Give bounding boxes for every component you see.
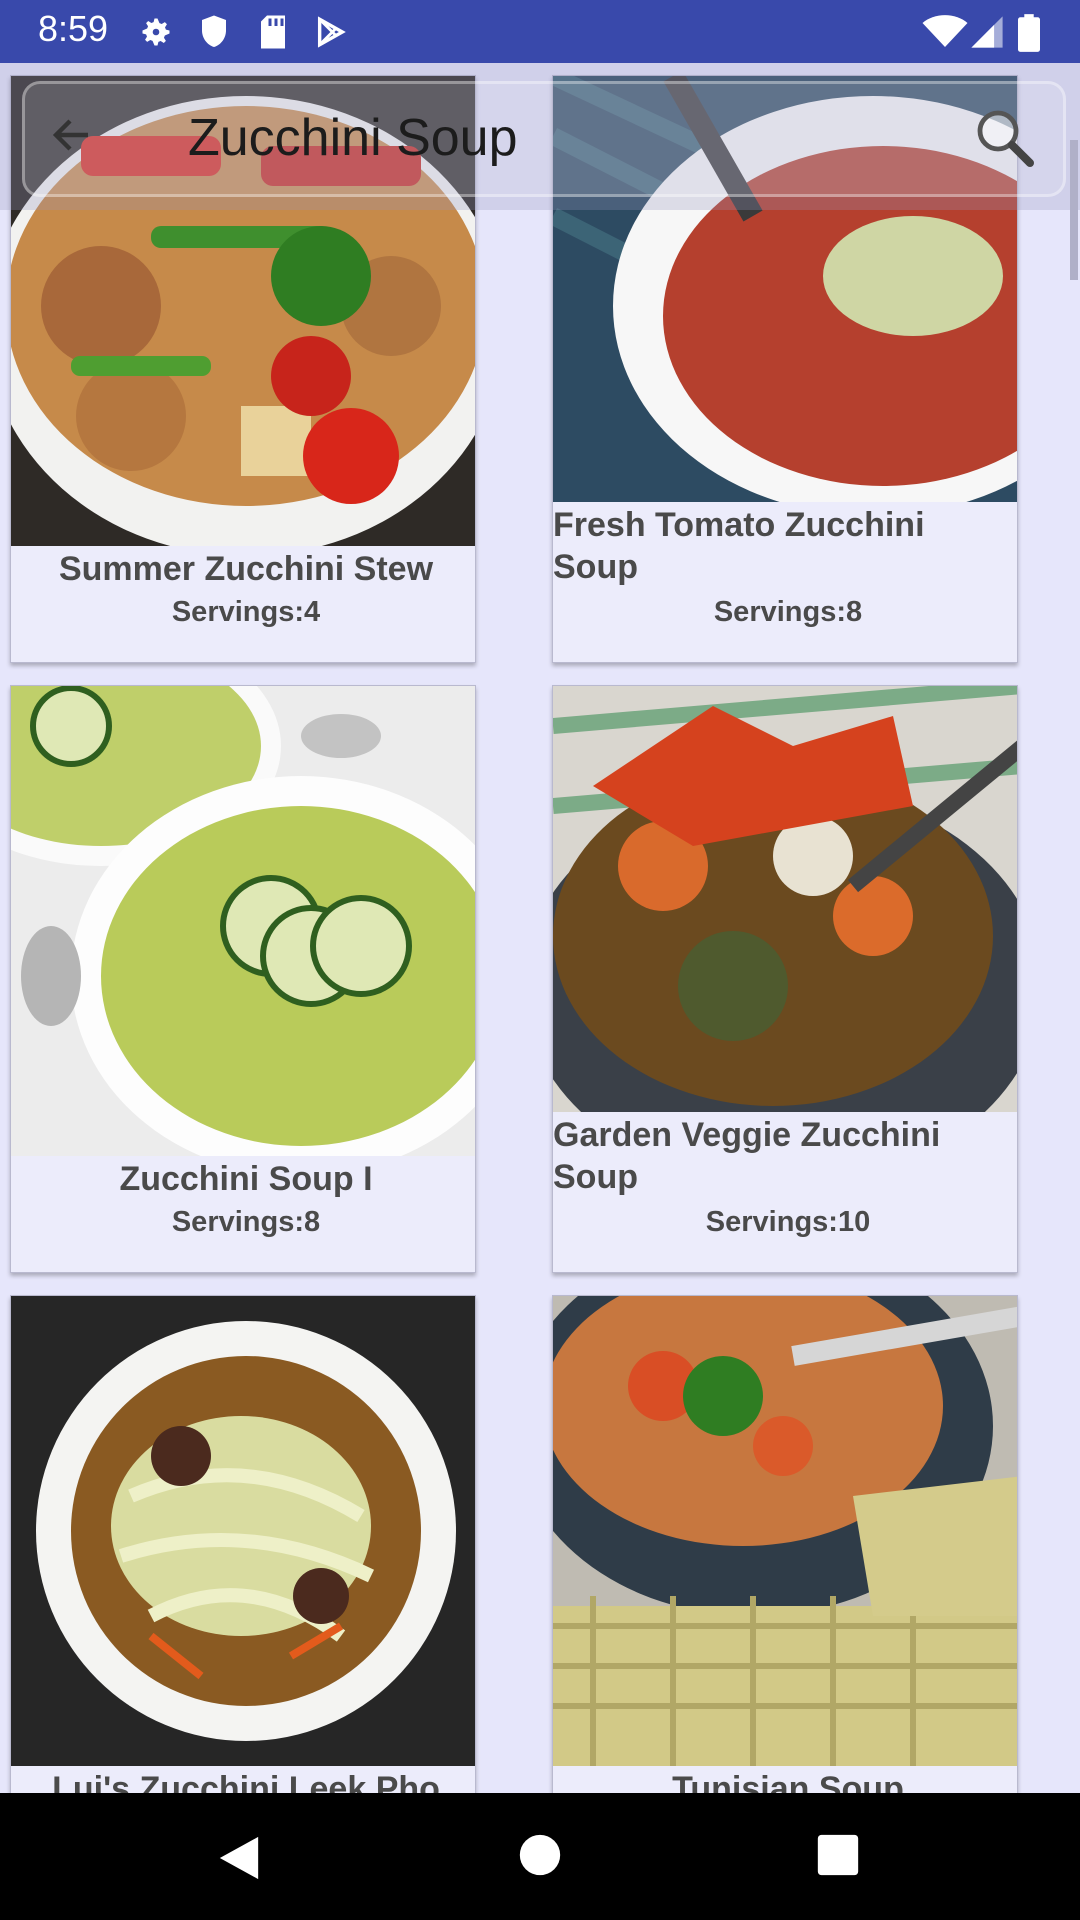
- recipe-photo: [11, 1296, 475, 1766]
- signal-icon: [971, 16, 1003, 48]
- gear-icon: [142, 18, 170, 46]
- scrollbar-thumb[interactable]: [1070, 140, 1078, 280]
- recipe-title-line-1: Garden Veggie Zucchini: [553, 1116, 941, 1154]
- battery-icon: [1018, 14, 1040, 52]
- recipe-card[interactable]: Zucchini Soup I Servings:8: [10, 685, 476, 1273]
- recipe-servings: Servings:8: [713, 596, 863, 628]
- recipe-title-line-2: Soup: [553, 1158, 638, 1196]
- recipe-photo: [553, 686, 1017, 1112]
- recipe-photo: [11, 686, 475, 1156]
- recipe-title: Tunisian Soup: [672, 1770, 904, 1793]
- recipe-photo: [553, 1296, 1017, 1766]
- recipe-servings: Servings:8: [171, 1206, 321, 1238]
- recipe-title-line-2: Soup: [553, 548, 638, 586]
- status-bar: 8:59: [0, 0, 1080, 63]
- recents-square-icon[interactable]: [816, 1833, 860, 1877]
- recipe-title: Summer Zucchini Stew: [58, 550, 434, 588]
- navigation-bar: [0, 1793, 1080, 1920]
- recipe-title: Zucchini Soup I: [119, 1160, 373, 1198]
- page-title: Zucchini Soup: [188, 109, 518, 167]
- sd-card-icon: [261, 15, 285, 49]
- recipe-servings: Servings:4: [171, 596, 321, 628]
- arrow-back-icon[interactable]: [48, 111, 96, 159]
- shield-icon: [202, 15, 226, 47]
- play-store-icon: [317, 16, 346, 48]
- recipe-title: Lui's Zucchini Leek Pho: [52, 1770, 440, 1793]
- wifi-icon: [922, 15, 968, 47]
- back-triangle-icon[interactable]: [216, 1833, 262, 1883]
- app-bar: Zucchini Soup: [0, 63, 1080, 210]
- recipe-title-line-1: Fresh Tomato Zucchini: [553, 506, 925, 544]
- recipe-card[interactable]: Tunisian Soup: [552, 1295, 1018, 1793]
- recipe-card[interactable]: Garden Veggie Zucchini Soup Servings:10: [552, 685, 1018, 1273]
- clock: 8:59: [38, 8, 109, 49]
- recipe-grid: Summer Zucchini Stew Servings:4 Fresh To…: [0, 63, 1080, 1793]
- home-circle-icon[interactable]: [518, 1833, 562, 1877]
- recipe-servings: Servings:10: [705, 1206, 871, 1238]
- search-icon[interactable]: [972, 105, 1036, 169]
- recipe-card[interactable]: Lui's Zucchini Leek Pho: [10, 1295, 476, 1793]
- app-bar-pill: [22, 81, 1066, 197]
